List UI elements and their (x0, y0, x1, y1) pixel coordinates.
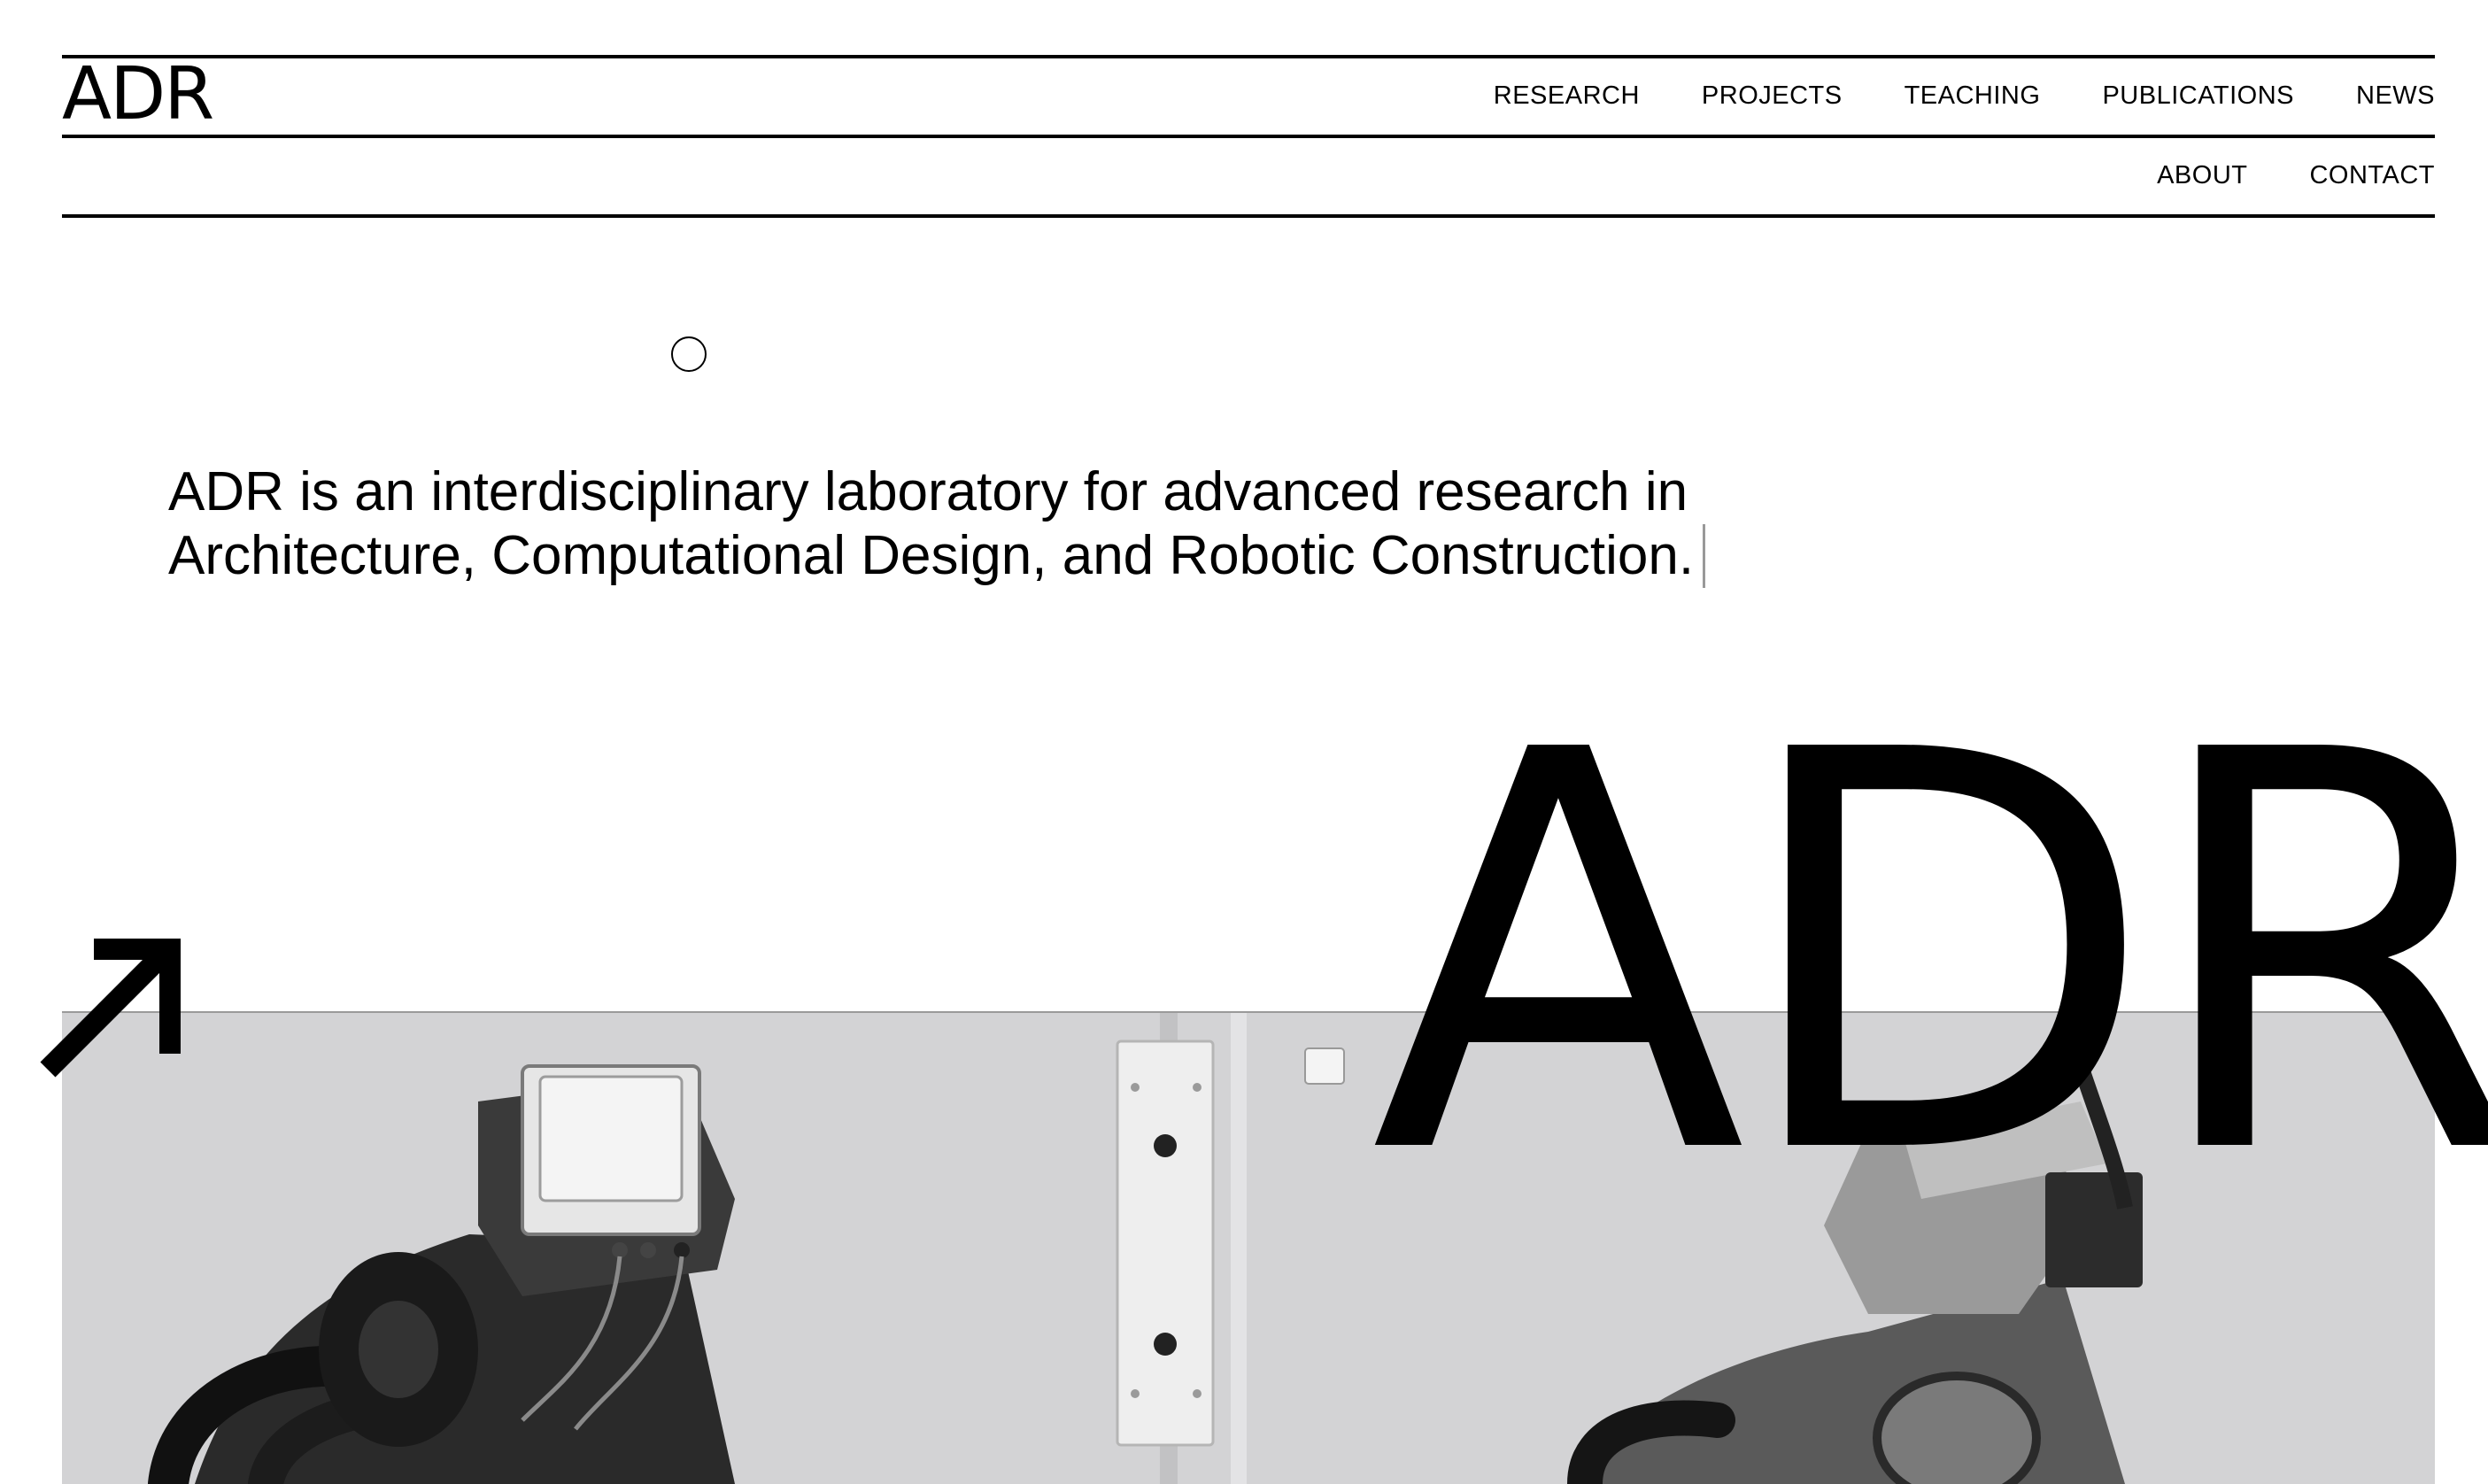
cursor-circle-icon (671, 336, 707, 372)
hero-big-logo: ADR (1371, 637, 2488, 1275)
intro-text: ADR is an interdisciplinary laboratory f… (168, 461, 1695, 586)
site-logo[interactable]: ADR (62, 58, 214, 131)
secondary-nav: ABOUT CONTACT (2095, 158, 2435, 193)
header-middle-rule (62, 135, 2435, 138)
arrow-up-right-icon[interactable] (39, 939, 181, 1080)
nav-news[interactable]: NEWS (2356, 81, 2435, 111)
nav-publications[interactable]: PUBLICATIONS (2102, 81, 2294, 111)
nav-projects[interactable]: PROJECTS (1702, 81, 1843, 111)
nav-about[interactable]: ABOUT (2157, 161, 2247, 190)
intro-statement: ADR is an interdisciplinary laboratory f… (168, 460, 1744, 588)
primary-nav: RESEARCH PROJECTS TEACHING PUBLICATIONS … (1432, 78, 2435, 113)
nav-contact[interactable]: CONTACT (2309, 161, 2435, 190)
header-top-rule (62, 55, 2435, 58)
header-bottom-rule (62, 214, 2435, 218)
nav-research[interactable]: RESEARCH (1494, 81, 1640, 111)
text-caret (1703, 524, 1706, 588)
nav-teaching[interactable]: TEACHING (1905, 81, 2041, 111)
